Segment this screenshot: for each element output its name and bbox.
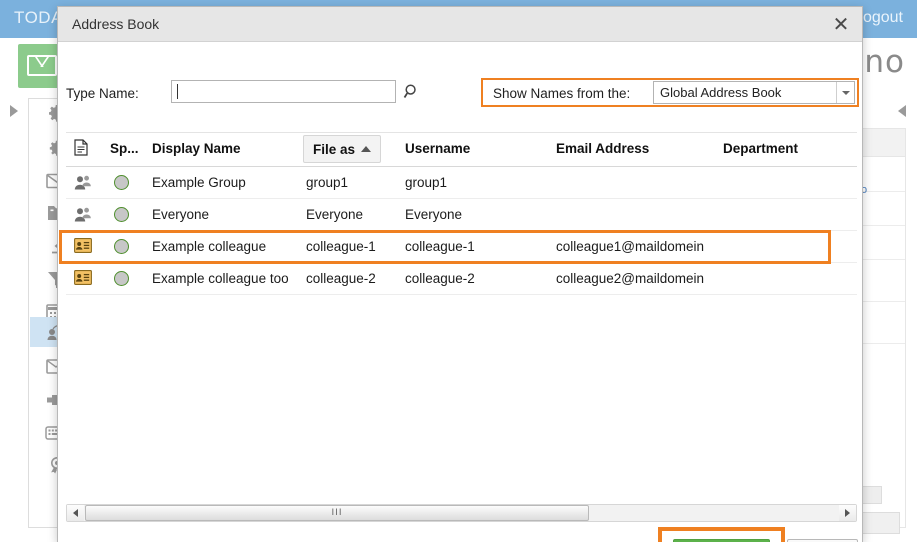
scrollbar-grip: III (331, 508, 343, 518)
status-badge (114, 175, 129, 190)
address-book-source-value: Global Address Book (660, 85, 782, 100)
right-panel-button-2[interactable] (860, 512, 900, 534)
contact-card-icon (74, 238, 92, 256)
expand-panel-arrow-icon[interactable] (10, 105, 20, 119)
address-book-grid: Sp... Display Name File as Username Emai… (59, 132, 857, 492)
cell-username: Everyone (405, 207, 463, 222)
cell-email: colleague1@maildomein (556, 239, 705, 254)
cell-display-name: Everyone (152, 207, 210, 222)
show-names-label: Show Names from the: (493, 86, 631, 101)
column-header-sp[interactable]: Sp... (110, 141, 139, 156)
cell-file-as: colleague-2 (306, 271, 376, 286)
scroll-right-arrow-icon[interactable] (839, 505, 856, 521)
cell-display-name: Example colleague (152, 239, 267, 254)
magnifier-icon (403, 84, 416, 98)
chevron-down-icon[interactable] (836, 82, 854, 103)
table-row[interactable]: Example Group group1 group1 (66, 167, 857, 199)
status-badge (114, 239, 129, 254)
cell-file-as: colleague-1 (306, 239, 376, 254)
address-book-source-select[interactable]: Global Address Book (653, 81, 855, 104)
cell-username: colleague-2 (405, 271, 475, 286)
sort-ascending-icon (361, 146, 372, 152)
document-icon (74, 139, 88, 159)
right-panel-button-1[interactable] (860, 486, 882, 504)
group-icon (74, 206, 92, 224)
dialog-titlebar: Address Book ✕ (58, 7, 862, 42)
scrollbar-thumb[interactable]: III (85, 505, 589, 521)
scroll-left-arrow-icon[interactable] (67, 505, 84, 521)
dialog-title: Address Book (72, 16, 160, 32)
column-header-file-as-label: File as (313, 141, 356, 157)
cell-username: colleague-1 (405, 239, 475, 254)
group-icon (74, 174, 92, 192)
status-badge (114, 207, 129, 222)
column-header-display-name[interactable]: Display Name (152, 141, 241, 156)
grid-rows: Example Group group1 group1 Everyone Eve… (59, 167, 857, 295)
table-row[interactable]: Example colleague too colleague-2 collea… (66, 263, 857, 295)
grid-header-row: Sp... Display Name File as Username Emai… (66, 133, 857, 167)
close-icon[interactable]: ✕ (828, 12, 854, 38)
cell-email: colleague2@maildomein (556, 271, 705, 286)
search-button[interactable] (398, 80, 426, 104)
cell-display-name: Example colleague too (152, 271, 289, 286)
status-badge (114, 271, 129, 286)
column-header-email-address[interactable]: Email Address (556, 141, 649, 156)
horizontal-scrollbar[interactable]: III (66, 504, 857, 522)
column-header-file-as[interactable]: File as (303, 135, 382, 163)
cell-file-as: Everyone (306, 207, 364, 222)
screen: TODAY Logout ano + (0, 0, 917, 542)
right-panel-header (859, 129, 905, 157)
collapse-panel-arrow-icon[interactable] (898, 105, 908, 119)
type-name-input[interactable] (171, 80, 396, 103)
cell-display-name: Example Group (152, 175, 246, 190)
cell-file-as: group1 (306, 175, 349, 190)
type-name-label: Type Name: (66, 86, 139, 101)
address-book-dialog: Address Book ✕ Type Name: Show Names fro… (57, 6, 863, 542)
right-contacts-panel: o (858, 128, 906, 528)
column-header-username[interactable]: Username (405, 141, 470, 156)
text-caret (177, 84, 178, 99)
table-row[interactable]: Everyone Everyone Everyone (66, 199, 857, 231)
contact-card-icon (74, 270, 92, 288)
dialog-body: Type Name: Show Names from the: Global A… (58, 42, 862, 542)
cell-username: group1 (405, 175, 448, 190)
envelope-icon (27, 55, 57, 76)
table-row[interactable]: Example colleague colleague-1 colleague-… (59, 230, 857, 264)
column-header-department[interactable]: Department (723, 141, 798, 156)
